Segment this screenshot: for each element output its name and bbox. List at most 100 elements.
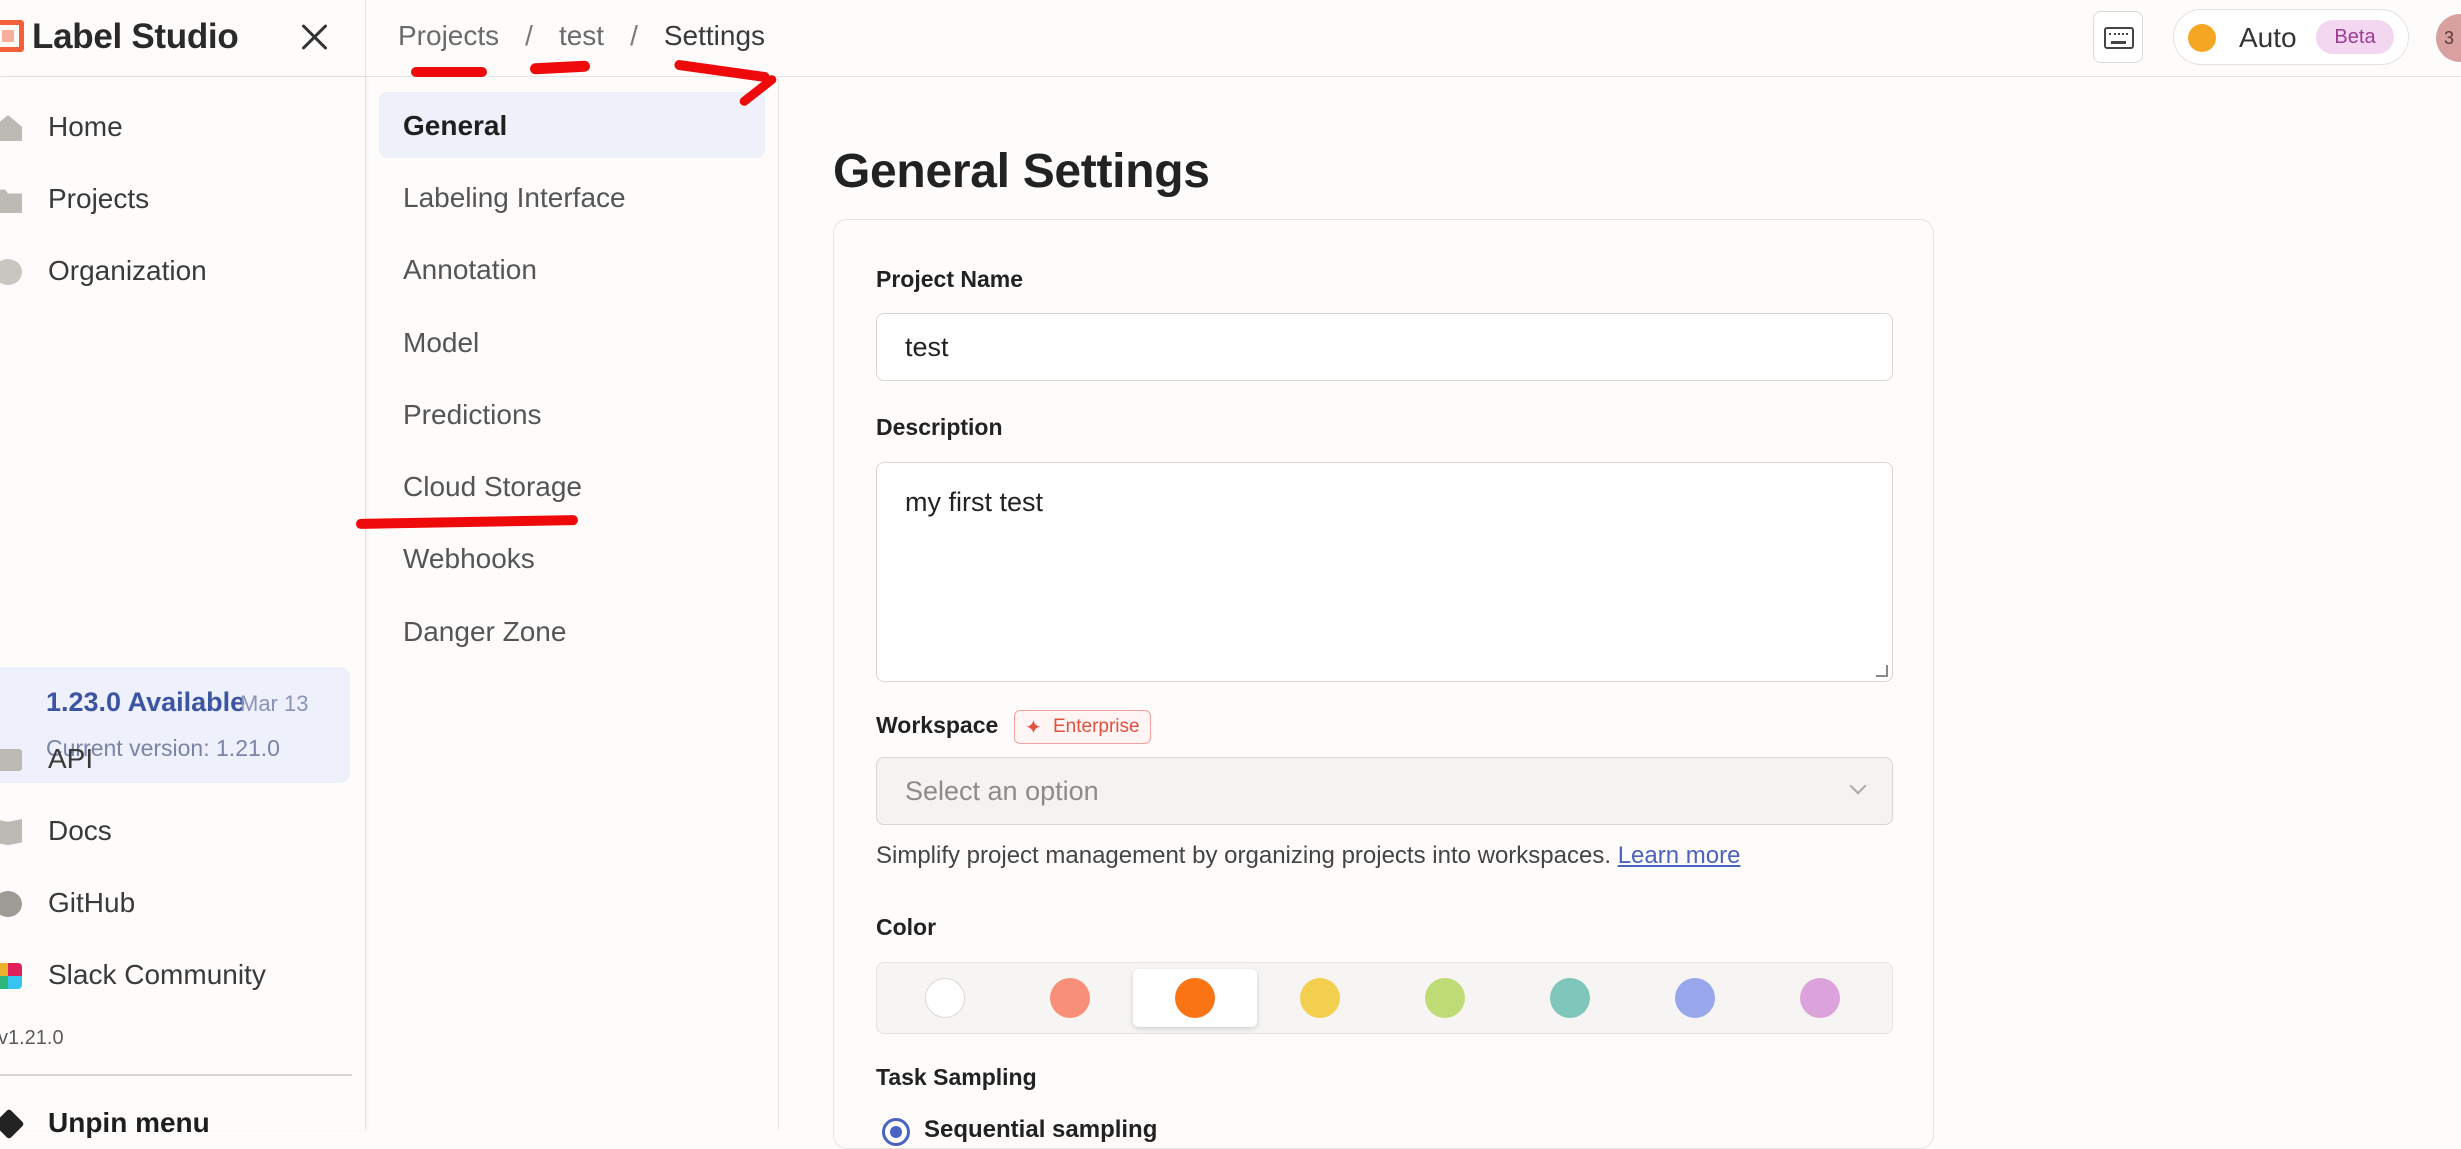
color-swatch[interactable]	[1383, 969, 1507, 1027]
app-name[interactable]: Label Studio	[32, 17, 239, 57]
keyboard-icon	[2104, 27, 2134, 49]
docs-icon	[0, 819, 22, 845]
color-swatch[interactable]	[883, 969, 1007, 1027]
sidebar-item-organization[interactable]: Organization	[0, 247, 350, 297]
user-icon	[0, 259, 22, 285]
api-icon	[0, 749, 22, 771]
breadcrumb-separator: /	[630, 20, 638, 51]
color-swatch-dot	[1050, 978, 1090, 1018]
color-swatch[interactable]	[1008, 969, 1132, 1027]
settings-tab-cloud-storage[interactable]: Cloud Storage	[379, 453, 765, 519]
help-text: Simplify project management by organizin…	[876, 842, 1612, 869]
settings-tab-label: General	[403, 110, 508, 141]
color-swatch-dot	[1300, 978, 1340, 1018]
project-name-input[interactable]: test	[876, 313, 1893, 381]
color-swatch[interactable]	[1633, 969, 1757, 1027]
sidebar-item-label: Slack Community	[48, 959, 266, 990]
avatar[interactable]: 3	[2436, 14, 2461, 62]
color-swatch-dot	[1675, 978, 1715, 1018]
description-textarea[interactable]: my first test	[876, 462, 1893, 682]
task-sampling-label: Task Sampling	[876, 1064, 1037, 1090]
settings-tab-general[interactable]: General	[379, 92, 765, 158]
breadcrumb-project[interactable]: test	[559, 20, 604, 52]
theme-label: Auto	[2239, 22, 2297, 53]
workspace-select-placeholder: Select an option	[905, 776, 1099, 806]
description-value: my first test	[905, 487, 1044, 517]
sidebar-item-github[interactable]: GitHub	[0, 879, 350, 929]
resize-handle-icon[interactable]	[1876, 665, 1888, 677]
sidebar-item-docs[interactable]: Docs	[0, 807, 350, 857]
color-picker	[876, 962, 1893, 1034]
general-settings-card: Project Name test Description my first t…	[833, 219, 1934, 1149]
color-swatch-dot	[1800, 978, 1840, 1018]
sidebar-item-home[interactable]: Home	[0, 103, 350, 153]
home-icon	[0, 115, 22, 141]
theme-toggle[interactable]: Auto Beta	[2173, 9, 2409, 65]
breadcrumb-settings: Settings	[663, 20, 766, 51]
enterprise-badge: ✦ Enterprise	[1014, 710, 1151, 744]
settings-tab-label: Predictions	[403, 399, 542, 430]
sidebar-item-slack[interactable]: Slack Community	[0, 951, 350, 1001]
settings-tab-webhooks[interactable]: Webhooks	[379, 525, 765, 591]
breadcrumb-separator: /	[525, 20, 533, 51]
sidebar: Home Projects Organization 1.23.0 Availa…	[0, 77, 366, 1140]
annotation-underline-projects	[411, 67, 487, 77]
learn-more-link[interactable]: Learn more	[1618, 842, 1741, 869]
enterprise-badge-label: Enterprise	[1053, 716, 1140, 737]
settings-tab-labeling-interface[interactable]: Labeling Interface	[379, 164, 765, 230]
sequential-sampling-radio[interactable]	[882, 1118, 910, 1146]
close-menu-icon[interactable]	[296, 18, 334, 56]
description-label: Description	[876, 414, 1003, 440]
unpin-menu-label: Unpin menu	[48, 1107, 210, 1138]
sidebar-item-label: Home	[48, 111, 123, 142]
slack-icon	[0, 963, 22, 989]
breadcrumb-projects[interactable]: Projects	[398, 20, 499, 52]
color-swatch-dot	[1175, 978, 1215, 1018]
keyboard-shortcuts-button[interactable]	[2093, 11, 2143, 63]
sidebar-divider	[0, 1074, 352, 1076]
settings-tab-model[interactable]: Model	[379, 309, 765, 375]
app-version: v1.21.0	[0, 1027, 64, 1049]
github-icon	[0, 891, 22, 917]
color-swatch[interactable]	[1508, 969, 1632, 1027]
color-swatch-dot	[1550, 978, 1590, 1018]
project-name-label: Project Name	[876, 266, 1024, 292]
label-studio-logo-icon[interactable]	[0, 20, 24, 52]
workspace-label: Workspace	[876, 712, 999, 738]
workspace-select[interactable]: Select an option	[876, 757, 1893, 825]
color-swatch[interactable]	[1758, 969, 1882, 1027]
sidebar-item-label: GitHub	[48, 887, 136, 918]
beta-badge: Beta	[2316, 20, 2394, 54]
unpin-menu-button[interactable]: Unpin menu	[0, 1105, 350, 1145]
settings-tab-label: Labeling Interface	[403, 182, 626, 213]
settings-tab-label: Danger Zone	[403, 616, 567, 647]
update-title: 1.23.0 Available	[46, 687, 246, 717]
settings-tab-label: Webhooks	[403, 543, 535, 574]
settings-tab-predictions[interactable]: Predictions	[379, 381, 765, 447]
sidebar-item-label: Docs	[48, 815, 112, 846]
settings-menu: General Labeling Interface Annotation Mo…	[366, 77, 779, 1130]
settings-tab-annotation[interactable]: Annotation	[379, 236, 765, 302]
color-swatch[interactable]	[1258, 969, 1382, 1027]
chevron-down-icon	[1849, 777, 1867, 795]
settings-tab-danger-zone[interactable]: Danger Zone	[379, 598, 765, 664]
sidebar-item-api[interactable]: API	[0, 735, 350, 785]
sidebar-item-label: Projects	[48, 183, 150, 214]
top-bar: Label Studio Projects / test / Settings …	[0, 0, 2461, 77]
sequential-sampling-label: Sequential sampling	[924, 1116, 1158, 1143]
sidebar-item-projects[interactable]: Projects	[0, 175, 350, 225]
settings-tab-label: Model	[403, 327, 480, 358]
color-swatch-dot	[925, 978, 965, 1018]
page-title: General Settings	[833, 145, 1210, 198]
sparkle-icon: ✦	[1025, 717, 1042, 739]
folder-icon	[0, 189, 22, 213]
color-swatch[interactable]	[1133, 969, 1257, 1027]
brand: Label Studio	[0, 0, 366, 77]
color-swatch-dot	[1425, 978, 1465, 1018]
settings-tab-label: Cloud Storage	[403, 471, 583, 502]
sidebar-item-label: Organization	[48, 255, 207, 286]
update-date: Mar 13	[240, 691, 309, 716]
pin-icon	[0, 1108, 25, 1140]
color-label: Color	[876, 914, 937, 940]
breadcrumb: Projects / test / Settings	[398, 20, 765, 52]
